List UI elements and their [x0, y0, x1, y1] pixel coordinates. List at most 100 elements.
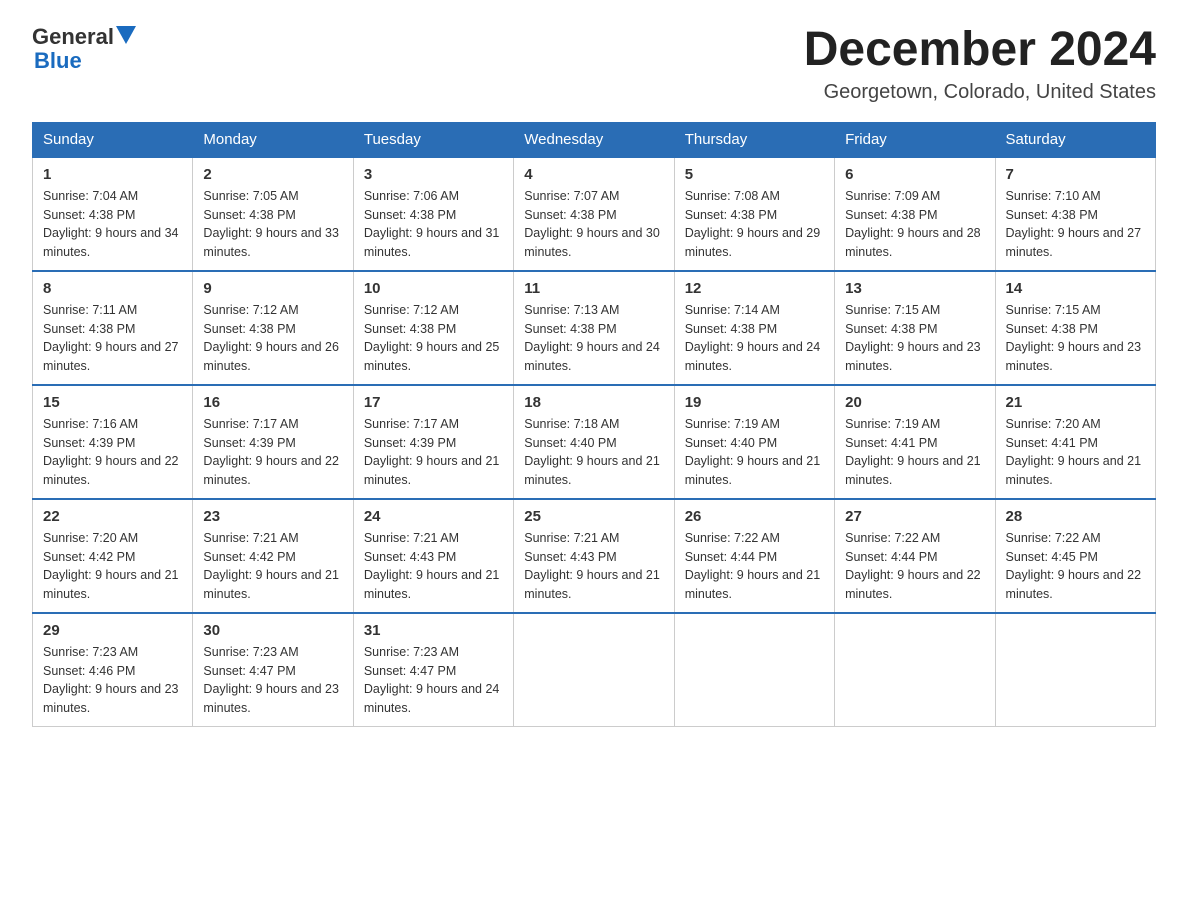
sunrise-label: Sunrise: 7:10 AM	[1006, 189, 1101, 203]
daylight-label: Daylight: 9 hours and 26 minutes.	[203, 340, 339, 373]
day-info: Sunrise: 7:12 AM Sunset: 4:38 PM Dayligh…	[364, 301, 503, 376]
day-info: Sunrise: 7:22 AM Sunset: 4:44 PM Dayligh…	[685, 529, 824, 604]
day-number: 5	[685, 166, 824, 183]
sunrise-label: Sunrise: 7:17 AM	[203, 417, 298, 431]
calendar-cell: 10 Sunrise: 7:12 AM Sunset: 4:38 PM Dayl…	[353, 271, 513, 385]
sunset-label: Sunset: 4:39 PM	[364, 436, 456, 450]
calendar-cell: 17 Sunrise: 7:17 AM Sunset: 4:39 PM Dayl…	[353, 385, 513, 499]
month-title: December 2024	[804, 24, 1156, 77]
sunrise-label: Sunrise: 7:07 AM	[524, 189, 619, 203]
calendar-cell: 25 Sunrise: 7:21 AM Sunset: 4:43 PM Dayl…	[514, 499, 674, 613]
day-info: Sunrise: 7:18 AM Sunset: 4:40 PM Dayligh…	[524, 415, 663, 490]
sunrise-label: Sunrise: 7:17 AM	[364, 417, 459, 431]
sunset-label: Sunset: 4:44 PM	[845, 550, 937, 564]
sunset-label: Sunset: 4:38 PM	[43, 208, 135, 222]
calendar-header-friday: Friday	[835, 122, 995, 157]
sunset-label: Sunset: 4:38 PM	[203, 322, 295, 336]
day-number: 6	[845, 166, 984, 183]
day-info: Sunrise: 7:10 AM Sunset: 4:38 PM Dayligh…	[1006, 187, 1145, 262]
day-number: 2	[203, 166, 342, 183]
day-info: Sunrise: 7:13 AM Sunset: 4:38 PM Dayligh…	[524, 301, 663, 376]
sunrise-label: Sunrise: 7:11 AM	[43, 303, 137, 317]
sunset-label: Sunset: 4:39 PM	[43, 436, 135, 450]
day-number: 30	[203, 622, 342, 639]
calendar-cell: 26 Sunrise: 7:22 AM Sunset: 4:44 PM Dayl…	[674, 499, 834, 613]
daylight-label: Daylight: 9 hours and 22 minutes.	[1006, 568, 1142, 601]
sunset-label: Sunset: 4:38 PM	[524, 322, 616, 336]
day-info: Sunrise: 7:11 AM Sunset: 4:38 PM Dayligh…	[43, 301, 182, 376]
day-info: Sunrise: 7:12 AM Sunset: 4:38 PM Dayligh…	[203, 301, 342, 376]
daylight-label: Daylight: 9 hours and 23 minutes.	[845, 340, 981, 373]
day-number: 12	[685, 280, 824, 297]
calendar-cell: 3 Sunrise: 7:06 AM Sunset: 4:38 PM Dayli…	[353, 157, 513, 271]
calendar-cell: 2 Sunrise: 7:05 AM Sunset: 4:38 PM Dayli…	[193, 157, 353, 271]
sunrise-label: Sunrise: 7:18 AM	[524, 417, 619, 431]
calendar-table: SundayMondayTuesdayWednesdayThursdayFrid…	[32, 122, 1156, 727]
daylight-label: Daylight: 9 hours and 23 minutes.	[203, 682, 339, 715]
day-number: 29	[43, 622, 182, 639]
daylight-label: Daylight: 9 hours and 29 minutes.	[685, 226, 821, 259]
sunrise-label: Sunrise: 7:09 AM	[845, 189, 940, 203]
calendar-cell: 5 Sunrise: 7:08 AM Sunset: 4:38 PM Dayli…	[674, 157, 834, 271]
daylight-label: Daylight: 9 hours and 25 minutes.	[364, 340, 500, 373]
daylight-label: Daylight: 9 hours and 24 minutes.	[685, 340, 821, 373]
calendar-cell: 30 Sunrise: 7:23 AM Sunset: 4:47 PM Dayl…	[193, 613, 353, 727]
sunrise-label: Sunrise: 7:23 AM	[203, 645, 298, 659]
calendar-header-wednesday: Wednesday	[514, 122, 674, 157]
daylight-label: Daylight: 9 hours and 24 minutes.	[364, 682, 500, 715]
calendar-cell: 16 Sunrise: 7:17 AM Sunset: 4:39 PM Dayl…	[193, 385, 353, 499]
sunset-label: Sunset: 4:38 PM	[1006, 322, 1098, 336]
daylight-label: Daylight: 9 hours and 34 minutes.	[43, 226, 179, 259]
sunrise-label: Sunrise: 7:16 AM	[43, 417, 138, 431]
daylight-label: Daylight: 9 hours and 21 minutes.	[364, 568, 500, 601]
day-number: 24	[364, 508, 503, 525]
day-number: 19	[685, 394, 824, 411]
day-number: 16	[203, 394, 342, 411]
calendar-cell: 12 Sunrise: 7:14 AM Sunset: 4:38 PM Dayl…	[674, 271, 834, 385]
calendar-header-row: SundayMondayTuesdayWednesdayThursdayFrid…	[33, 122, 1156, 157]
daylight-label: Daylight: 9 hours and 27 minutes.	[43, 340, 179, 373]
day-number: 22	[43, 508, 182, 525]
location-title: Georgetown, Colorado, United States	[804, 81, 1156, 104]
calendar-cell: 29 Sunrise: 7:23 AM Sunset: 4:46 PM Dayl…	[33, 613, 193, 727]
calendar-cell: 27 Sunrise: 7:22 AM Sunset: 4:44 PM Dayl…	[835, 499, 995, 613]
sunset-label: Sunset: 4:38 PM	[43, 322, 135, 336]
sunset-label: Sunset: 4:42 PM	[43, 550, 135, 564]
calendar-cell: 28 Sunrise: 7:22 AM Sunset: 4:45 PM Dayl…	[995, 499, 1155, 613]
sunrise-label: Sunrise: 7:22 AM	[685, 531, 780, 545]
sunrise-label: Sunrise: 7:04 AM	[43, 189, 138, 203]
sunset-label: Sunset: 4:41 PM	[1006, 436, 1098, 450]
calendar-cell: 13 Sunrise: 7:15 AM Sunset: 4:38 PM Dayl…	[835, 271, 995, 385]
day-info: Sunrise: 7:23 AM Sunset: 4:47 PM Dayligh…	[203, 643, 342, 718]
daylight-label: Daylight: 9 hours and 21 minutes.	[524, 568, 660, 601]
sunrise-label: Sunrise: 7:22 AM	[845, 531, 940, 545]
sunrise-label: Sunrise: 7:22 AM	[1006, 531, 1101, 545]
sunset-label: Sunset: 4:38 PM	[845, 322, 937, 336]
daylight-label: Daylight: 9 hours and 21 minutes.	[364, 454, 500, 487]
sunset-label: Sunset: 4:38 PM	[685, 322, 777, 336]
calendar-cell: 22 Sunrise: 7:20 AM Sunset: 4:42 PM Dayl…	[33, 499, 193, 613]
sunrise-label: Sunrise: 7:13 AM	[524, 303, 619, 317]
day-info: Sunrise: 7:20 AM Sunset: 4:42 PM Dayligh…	[43, 529, 182, 604]
calendar-cell: 6 Sunrise: 7:09 AM Sunset: 4:38 PM Dayli…	[835, 157, 995, 271]
day-info: Sunrise: 7:21 AM Sunset: 4:42 PM Dayligh…	[203, 529, 342, 604]
day-number: 9	[203, 280, 342, 297]
sunset-label: Sunset: 4:47 PM	[364, 664, 456, 678]
sunrise-label: Sunrise: 7:21 AM	[203, 531, 298, 545]
calendar-cell: 20 Sunrise: 7:19 AM Sunset: 4:41 PM Dayl…	[835, 385, 995, 499]
day-info: Sunrise: 7:16 AM Sunset: 4:39 PM Dayligh…	[43, 415, 182, 490]
day-number: 21	[1006, 394, 1145, 411]
logo-general-text: General	[32, 24, 114, 50]
day-info: Sunrise: 7:20 AM Sunset: 4:41 PM Dayligh…	[1006, 415, 1145, 490]
daylight-label: Daylight: 9 hours and 27 minutes.	[1006, 226, 1142, 259]
calendar-cell	[835, 613, 995, 727]
day-info: Sunrise: 7:19 AM Sunset: 4:40 PM Dayligh…	[685, 415, 824, 490]
day-info: Sunrise: 7:05 AM Sunset: 4:38 PM Dayligh…	[203, 187, 342, 262]
sunrise-label: Sunrise: 7:08 AM	[685, 189, 780, 203]
calendar-cell: 1 Sunrise: 7:04 AM Sunset: 4:38 PM Dayli…	[33, 157, 193, 271]
calendar-cell: 19 Sunrise: 7:19 AM Sunset: 4:40 PM Dayl…	[674, 385, 834, 499]
day-number: 3	[364, 166, 503, 183]
calendar-cell: 31 Sunrise: 7:23 AM Sunset: 4:47 PM Dayl…	[353, 613, 513, 727]
sunset-label: Sunset: 4:38 PM	[203, 208, 295, 222]
sunset-label: Sunset: 4:42 PM	[203, 550, 295, 564]
